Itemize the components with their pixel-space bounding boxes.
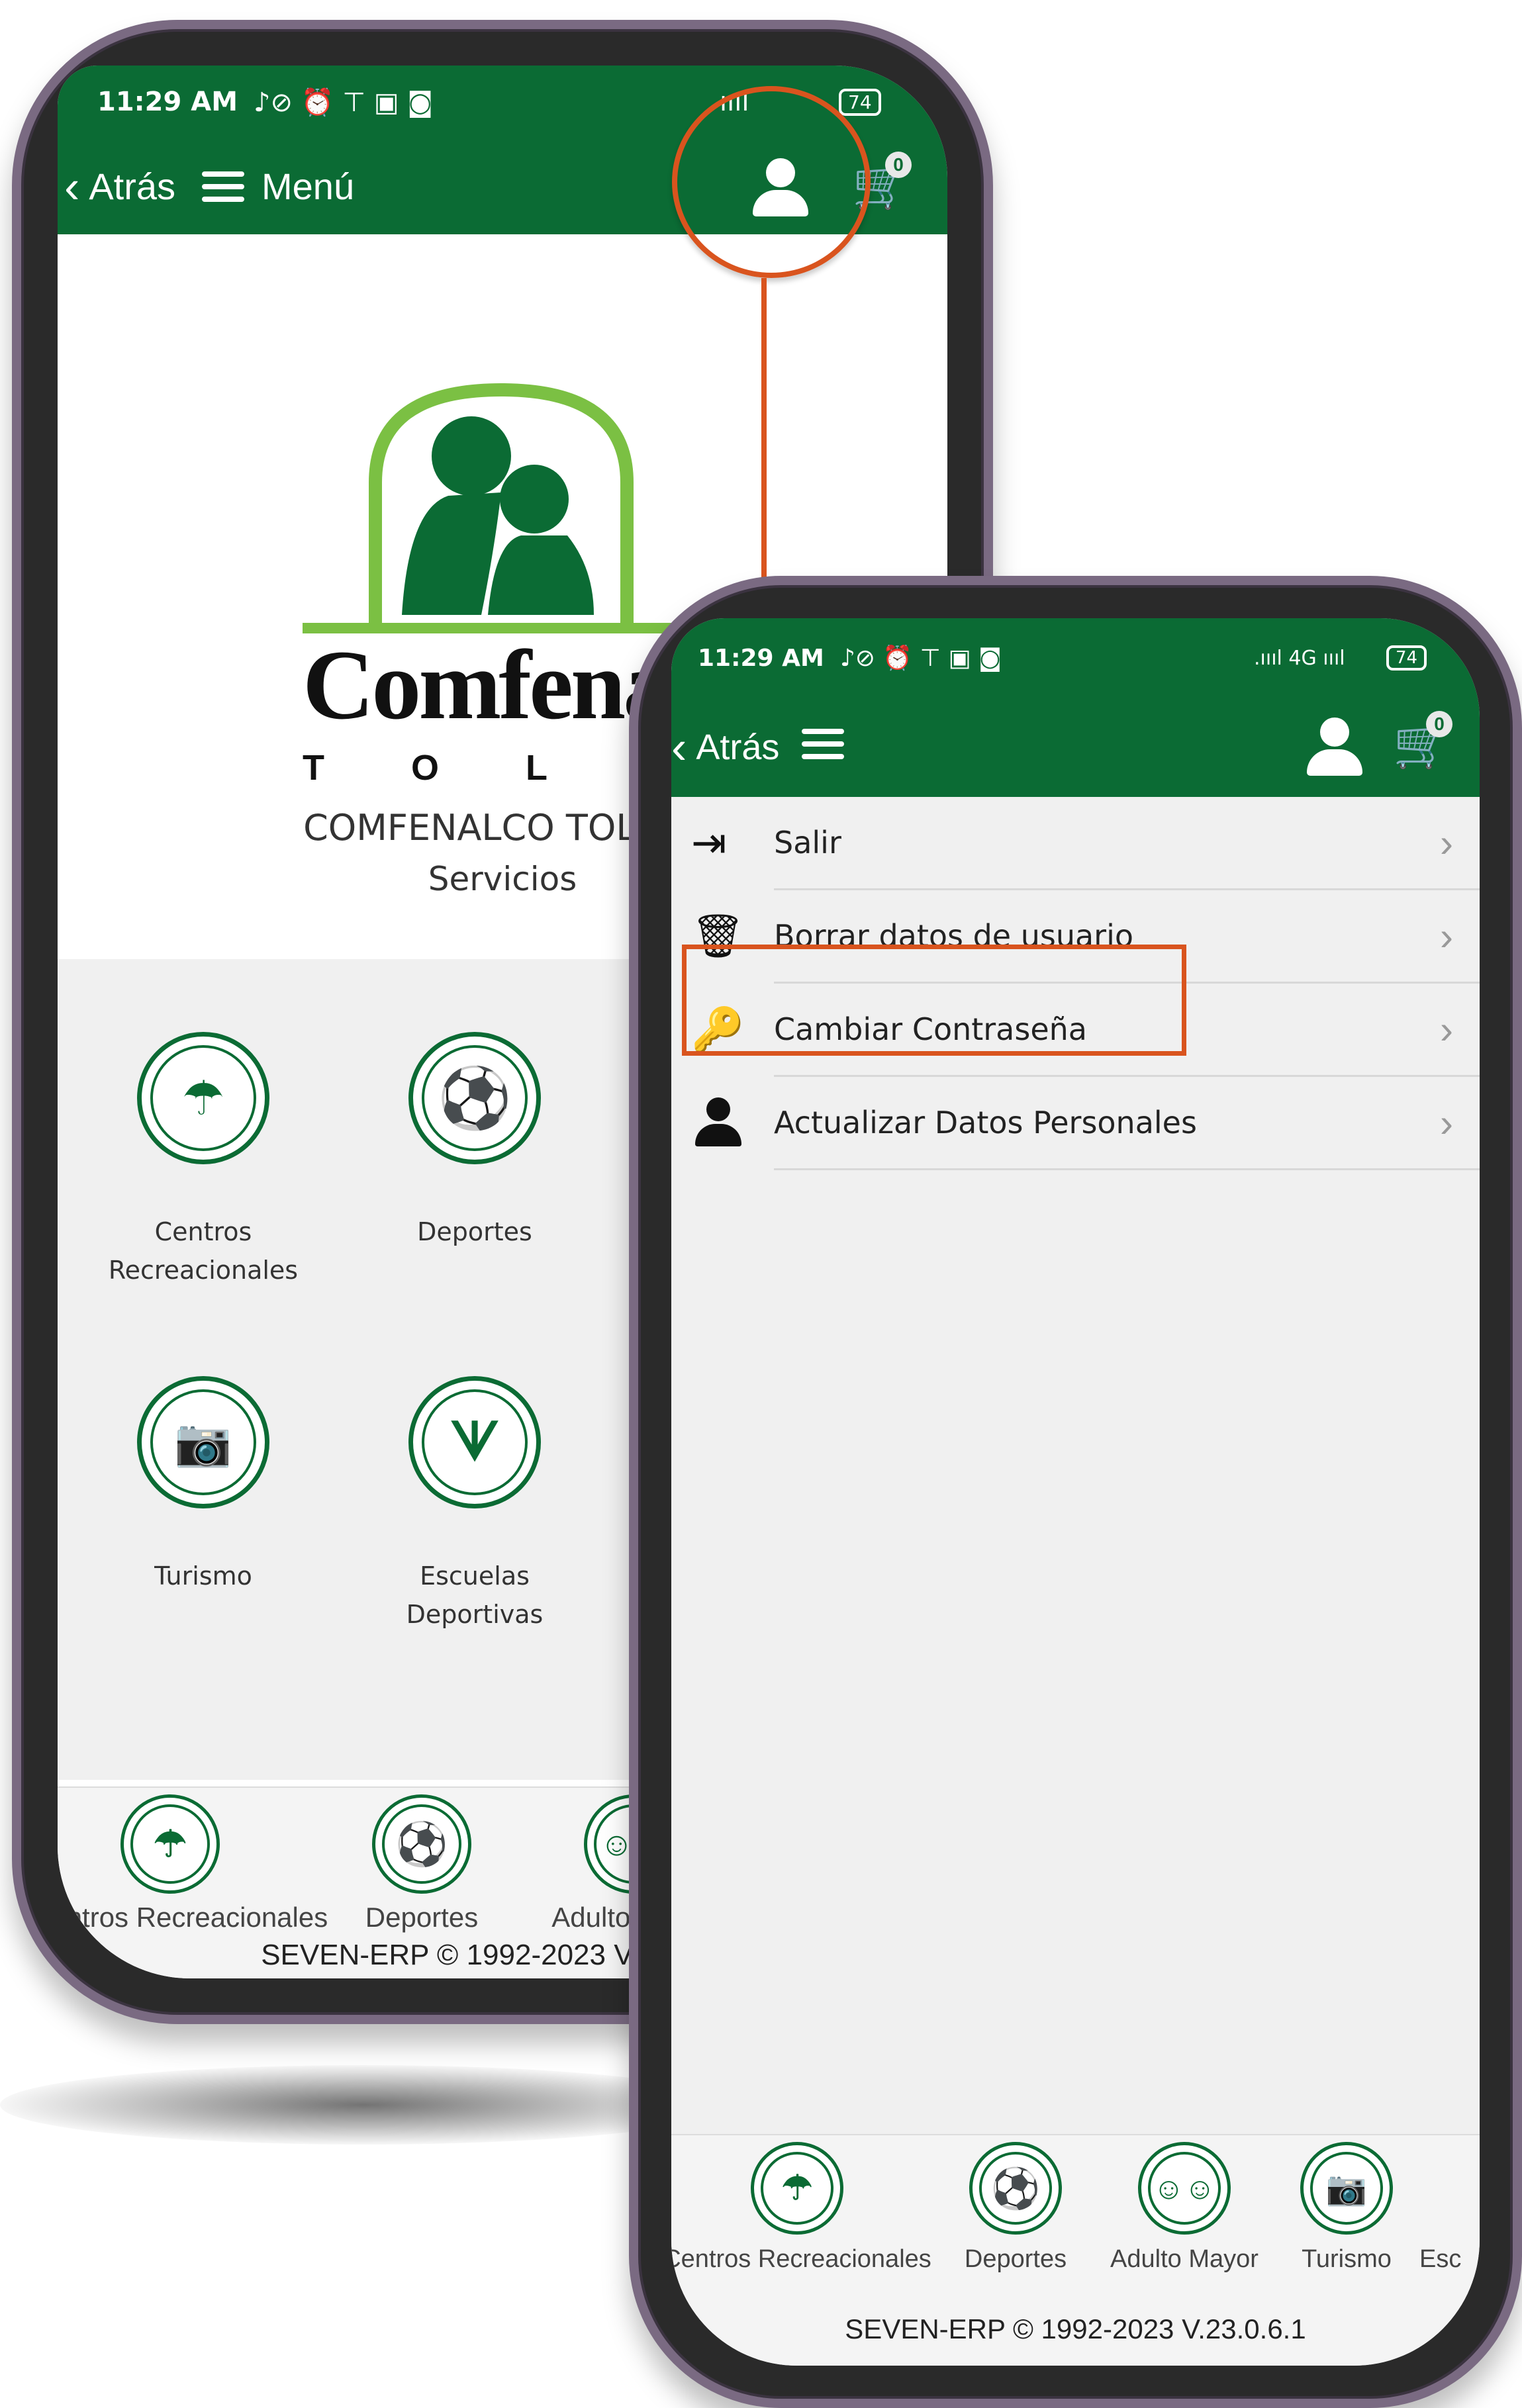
camera-palm-icon: 📷 xyxy=(150,1389,256,1495)
nav-label: Adulto Mayor xyxy=(1110,2245,1259,2273)
nav-label: Deportes xyxy=(365,1902,479,1933)
chevron-right-icon: › xyxy=(1440,1007,1453,1052)
logo-arch-figures xyxy=(303,383,700,633)
nav-item-deportes[interactable]: ⚽ Deportes xyxy=(349,1794,495,1933)
chevron-right-icon: › xyxy=(1440,913,1453,958)
chevron-left-icon: ‹ xyxy=(64,160,80,212)
menu-button[interactable] xyxy=(802,727,845,768)
signal-icon: .ıııl 4G ıııl xyxy=(1254,646,1345,670)
elderly-couple-icon: ☺☺ xyxy=(1148,2152,1221,2225)
camera-palm-icon: 📷 xyxy=(1310,2152,1383,2225)
tile-label: Escuelas xyxy=(420,1561,530,1591)
service-tile-deportes[interactable]: ⚽ Deportes xyxy=(362,1032,587,1246)
chevron-left-icon: ‹ xyxy=(671,721,687,773)
battery-icon: 74 xyxy=(1386,645,1427,671)
back-button[interactable]: ‹ Atrás xyxy=(671,721,779,774)
tile-label: Turismo xyxy=(154,1561,252,1591)
service-tile-turismo[interactable]: 📷 Turismo xyxy=(91,1376,316,1591)
front-phone: 11:29 AM ♪⊘ ⏰ ⊤ ▣ ◙ .ıııl 4G ıııl 74 ‹ A… xyxy=(629,576,1522,2408)
nav-label: Turismo xyxy=(1302,2245,1392,2273)
back-label: Atrás xyxy=(696,727,780,767)
front-phone-screen: 11:29 AM ♪⊘ ⏰ ⊤ ▣ ◙ .ıııl 4G ıııl 74 ‹ A… xyxy=(671,618,1480,2366)
athlete-icon: ᗐ xyxy=(422,1389,528,1495)
nav-item-centros[interactable]: ☂ Centros Recreacionales xyxy=(58,1794,328,1933)
highlight-box xyxy=(682,945,1186,1056)
nav-item-escuelas[interactable]: Esc xyxy=(1419,2142,1480,2274)
back-label: Atrás xyxy=(89,165,176,207)
beach-umbrella-icon: ☂ xyxy=(150,1045,256,1151)
menu-button[interactable]: Menú xyxy=(202,165,354,208)
person-icon xyxy=(695,1097,741,1148)
back-button[interactable]: ‹ Atrás xyxy=(64,160,175,213)
nav-label: Esc xyxy=(1419,2245,1462,2273)
service-tile-centros[interactable]: ☂ Centros Recreacionales xyxy=(91,1032,316,1285)
beach-umbrella-icon: ☂ xyxy=(130,1804,210,1884)
footer: SEVEN-ERP © 1992-2023 V.23.0.6.1 xyxy=(671,2293,1480,2366)
status-icons: ♪⊘ ⏰ ⊤ ▣ ◙ xyxy=(839,645,1002,672)
soccer-ball-icon: ⚽ xyxy=(422,1045,528,1151)
floor-shadow xyxy=(0,2065,728,2145)
status-icons: ♪⊘ ⏰ ⊤ ▣ ◙ xyxy=(254,87,434,118)
nav-item-adulto-mayor[interactable]: ☺☺ Adulto Mayor xyxy=(1095,2142,1274,2274)
soccer-ball-icon: ⚽ xyxy=(382,1804,461,1884)
menu-item-label: Actualizar Datos Personales xyxy=(774,1105,1197,1140)
hamburger-icon xyxy=(802,729,845,759)
user-icon[interactable] xyxy=(1307,718,1362,777)
menu-label: Menú xyxy=(262,165,355,207)
tile-label-2: Recreacionales xyxy=(108,1256,299,1285)
soccer-ball-icon: ⚽ xyxy=(979,2152,1052,2225)
hamburger-icon xyxy=(202,171,245,202)
status-time: 11:29 AM xyxy=(698,644,824,672)
service-tile-escuelas[interactable]: ᗐ Escuelas Deportivas xyxy=(362,1376,587,1629)
status-bar: 11:29 AM ♪⊘ ⏰ ⊤ ▣ ◙ .ıııl 4G ıııl 74 xyxy=(671,618,1480,698)
tile-label: Centros xyxy=(154,1217,252,1246)
menu-item-salir[interactable]: ⇥ Salir › xyxy=(671,797,1480,888)
nav-label: Centros Recreacionales xyxy=(671,2245,931,2273)
cart-badge: 0 xyxy=(1426,711,1452,737)
chevron-right-icon: › xyxy=(1440,820,1453,865)
bottom-nav: ☂ Centros Recreacionales ⚽ Deportes ☺☺ A… xyxy=(671,2134,1480,2294)
menu-item-actualizar-datos[interactable]: Actualizar Datos Personales › xyxy=(671,1077,1480,1168)
cart-icon[interactable]: 🛒 0 xyxy=(1393,711,1452,777)
nav-label: Deportes xyxy=(964,2245,1067,2273)
beach-umbrella-icon: ☂ xyxy=(761,2152,833,2225)
logout-icon: ⇥ xyxy=(691,818,727,866)
divider xyxy=(774,1168,1480,1170)
comfenalco-logo xyxy=(303,350,700,668)
nav-item-deportes[interactable]: ⚽ Deportes xyxy=(949,2142,1082,2274)
tile-label-2: Deportivas xyxy=(406,1600,544,1629)
battery-icon: 74 xyxy=(839,88,881,116)
cart-badge: 0 xyxy=(885,152,912,178)
status-time: 11:29 AM xyxy=(97,87,238,117)
nav-item-turismo[interactable]: 📷 Turismo xyxy=(1280,2142,1413,2274)
app-bar: ‹ Atrás 🛒 0 xyxy=(671,698,1480,797)
menu-item-label: Salir xyxy=(774,825,841,860)
nav-item-centros[interactable]: ☂ Centros Recreacionales xyxy=(671,2142,936,2274)
tile-label: Deportes xyxy=(417,1217,532,1246)
highlight-circle xyxy=(672,86,871,278)
chevron-right-icon: › xyxy=(1440,1100,1453,1145)
nav-label: Centros Recreacionales xyxy=(58,1902,328,1933)
